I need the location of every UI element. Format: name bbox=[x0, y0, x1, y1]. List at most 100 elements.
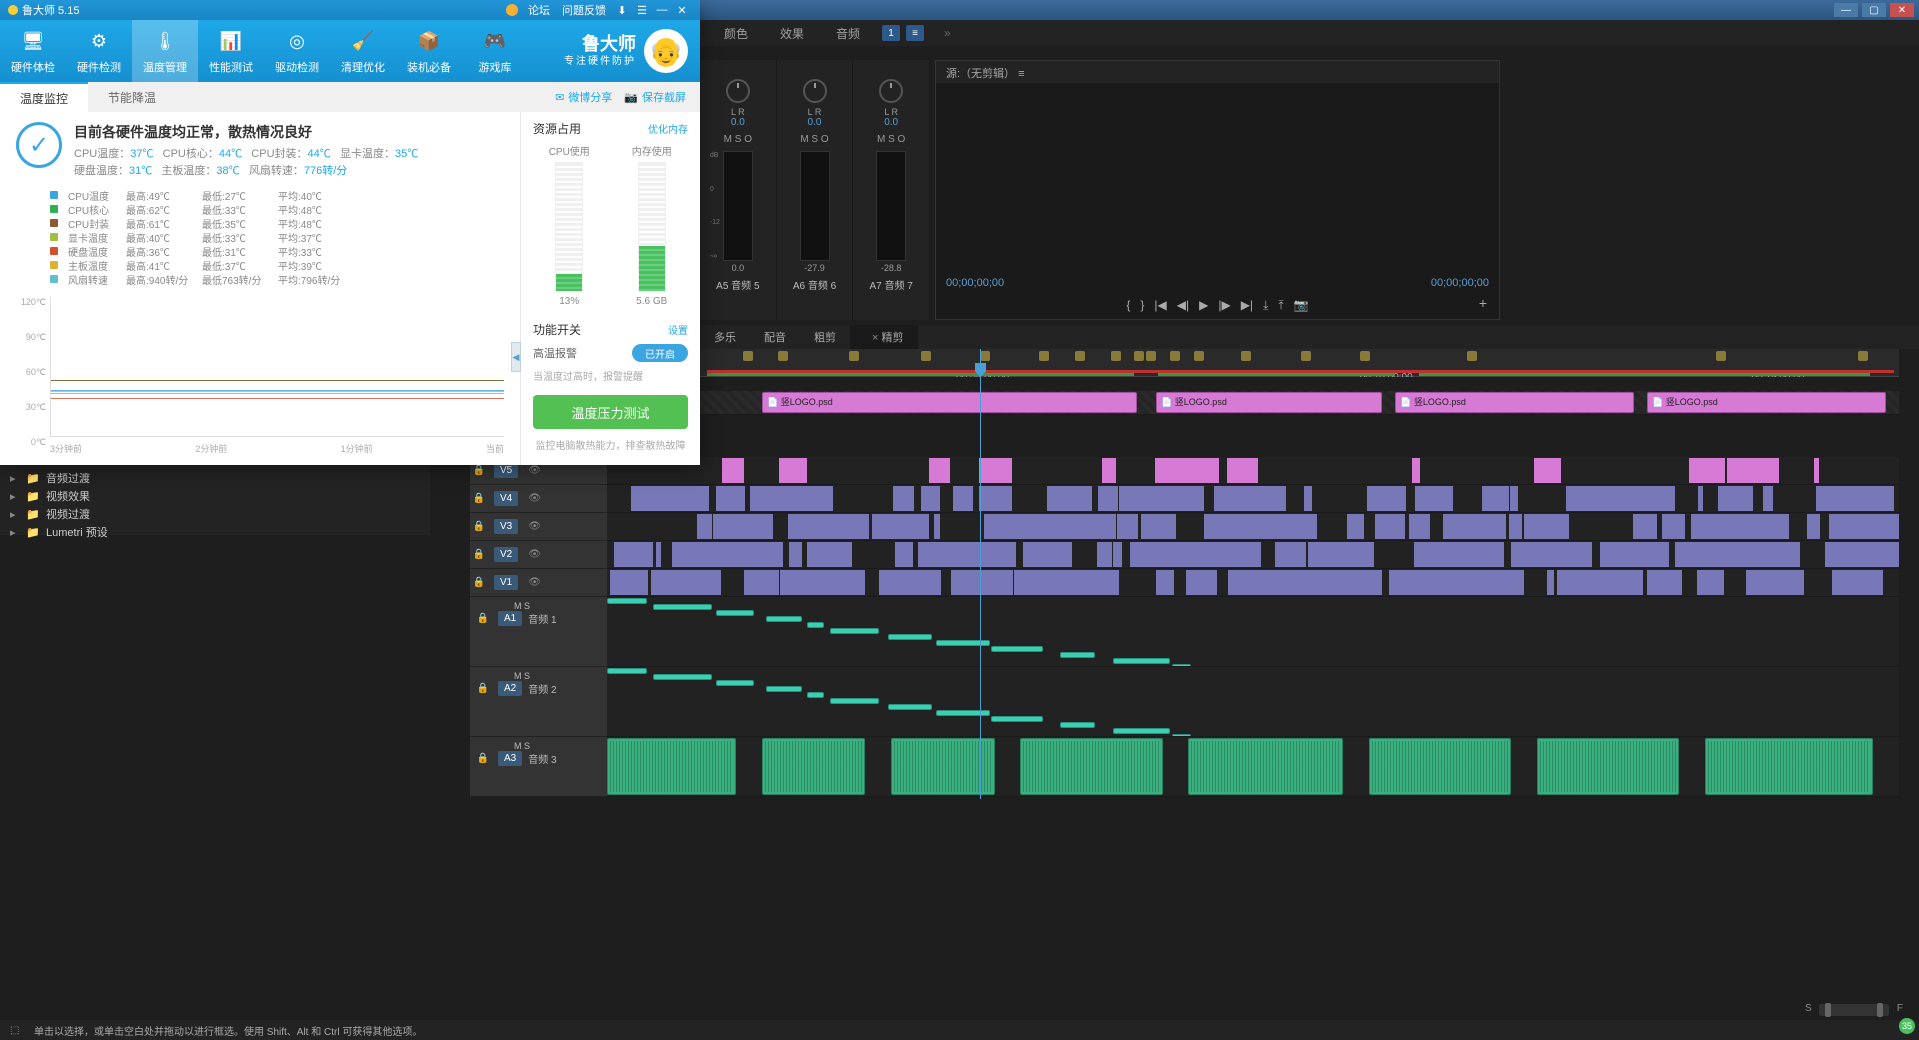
video-clip[interactable]: 📄 竖LOGO.psd bbox=[1156, 392, 1382, 413]
play-icon[interactable]: ▶ bbox=[1199, 298, 1208, 313]
mso-buttons[interactable]: M S O bbox=[800, 134, 828, 145]
menu-icon[interactable]: ☰ bbox=[632, 4, 652, 17]
audio-clip[interactable] bbox=[1113, 728, 1170, 734]
gold-badge-icon[interactable] bbox=[506, 4, 518, 16]
audio-clip[interactable] bbox=[1060, 652, 1095, 658]
ld-toolbar-item[interactable]: 🎮游戏库 bbox=[462, 20, 528, 82]
tab-close-icon[interactable]: × bbox=[872, 332, 878, 344]
collapse-handle[interactable]: ◀ bbox=[511, 342, 521, 372]
audio-clip[interactable] bbox=[762, 738, 865, 795]
audio-clip[interactable] bbox=[888, 634, 932, 640]
audio-clip[interactable] bbox=[991, 646, 1043, 652]
track-target[interactable]: A3 bbox=[498, 751, 522, 766]
step-back-icon[interactable]: ◀| bbox=[1177, 298, 1189, 313]
optimize-memory-link[interactable]: 优化内存 bbox=[648, 121, 688, 136]
tl-tab-0[interactable]: 多乐 bbox=[700, 325, 750, 349]
audio-clip[interactable] bbox=[1060, 722, 1095, 728]
track-head-a3[interactable]: M S 🔒A3音频 3 bbox=[470, 737, 607, 797]
subtab-temperature[interactable]: 温度监控 bbox=[0, 82, 88, 112]
mso-buttons[interactable]: M S O bbox=[724, 134, 752, 145]
dropdown-icon[interactable]: ⬇ bbox=[612, 4, 632, 17]
mixer-strip-a5[interactable]: L R 0.0 M S O dB0-12-∞ 0.0 A5 音频 5 bbox=[700, 60, 777, 320]
track-head-a2[interactable]: M S 🔒A2音频 2 bbox=[470, 667, 607, 737]
mark-out-icon[interactable]: } bbox=[1140, 298, 1144, 313]
audio-clip[interactable] bbox=[807, 692, 825, 698]
pan-knob[interactable] bbox=[879, 79, 903, 103]
go-out-icon[interactable]: ▶| bbox=[1241, 298, 1253, 313]
track-target[interactable]: V5 bbox=[494, 463, 518, 478]
feedback-link[interactable]: 问题反馈 bbox=[562, 2, 606, 18]
track-lane-a1[interactable] bbox=[607, 597, 1899, 667]
audio-clip[interactable] bbox=[991, 716, 1043, 722]
track-lane-a3[interactable] bbox=[607, 737, 1899, 797]
pr-workspace-audio[interactable]: 音频 bbox=[820, 25, 876, 42]
track-lane-v4[interactable] bbox=[607, 485, 1899, 513]
video-clip[interactable]: 📄 竖LOGO.psd bbox=[1395, 392, 1634, 413]
floating-temp-widget[interactable]: 35 bbox=[1899, 1018, 1915, 1034]
ld-minimize-button[interactable]: — bbox=[652, 4, 672, 16]
ld-close-button[interactable]: ✕ bbox=[672, 4, 692, 17]
pan-knob[interactable] bbox=[803, 79, 827, 103]
fx-folder[interactable]: ▸📁视频效果 bbox=[10, 487, 420, 505]
audio-clip[interactable] bbox=[766, 616, 802, 622]
audio-clip[interactable] bbox=[1113, 658, 1170, 664]
screenshot-button[interactable]: 📷保存截屏 bbox=[624, 89, 686, 105]
go-in-icon[interactable]: |◀ bbox=[1154, 298, 1166, 313]
source-button-editor[interactable]: + bbox=[1479, 295, 1487, 311]
weibo-share-button[interactable]: ✉微博分享 bbox=[555, 89, 612, 105]
overwrite-icon[interactable]: ⤒ bbox=[1278, 298, 1283, 313]
ld-toolbar-item[interactable]: 🖥硬件体检 bbox=[0, 20, 66, 82]
mixer-strip-a6[interactable]: L R 0.0 M S O -27.9 A6 音频 6 bbox=[777, 60, 854, 320]
pr-max-button[interactable]: ▢ bbox=[1862, 3, 1886, 17]
audio-clip[interactable] bbox=[653, 674, 712, 680]
playhead[interactable] bbox=[980, 349, 981, 799]
ld-toolbar-item[interactable]: 🌡温度管理 bbox=[132, 20, 198, 82]
ld-toolbar-item[interactable]: ⚙硬件检测 bbox=[66, 20, 132, 82]
audio-clip[interactable] bbox=[888, 704, 932, 710]
ld-toolbar-item[interactable]: 📦装机必备 bbox=[396, 20, 462, 82]
audio-clip[interactable] bbox=[1020, 738, 1162, 795]
timeline-ruler[interactable]: 00;05;00;0000;10;00;0000;15;00;00 bbox=[607, 349, 1899, 377]
pr-workspace-menu-icon[interactable]: ≡ bbox=[906, 25, 924, 41]
audio-clip[interactable] bbox=[1188, 738, 1343, 795]
audio-clip[interactable] bbox=[607, 738, 736, 795]
fx-folder[interactable]: ▸📁视频过渡 bbox=[10, 505, 420, 523]
track-target[interactable]: A2 bbox=[498, 681, 522, 696]
hot-alarm-switch[interactable]: 已开启 bbox=[632, 344, 688, 362]
audio-clip[interactable] bbox=[807, 622, 825, 628]
track-lane-v3[interactable] bbox=[607, 513, 1899, 541]
ludashi-titlebar[interactable]: 鲁大师 5.15 论坛 问题反馈 ⬇ ☰ — ✕ bbox=[0, 0, 700, 20]
audio-clip[interactable] bbox=[936, 640, 991, 646]
pr-min-button[interactable]: — bbox=[1834, 3, 1858, 17]
stress-test-button[interactable]: 温度压力测试 bbox=[533, 395, 688, 429]
mso-buttons[interactable]: M S O bbox=[877, 134, 905, 145]
pr-workspace-badge[interactable]: 1 bbox=[882, 25, 900, 41]
ld-toolbar-item[interactable]: ◎驱动检测 bbox=[264, 20, 330, 82]
audio-clip[interactable] bbox=[1369, 738, 1511, 795]
subtab-cooling[interactable]: 节能降温 bbox=[88, 82, 176, 112]
track-lane-v5[interactable] bbox=[607, 457, 1899, 485]
pr-close-button[interactable]: ✕ bbox=[1890, 3, 1914, 17]
track-head-v3[interactable]: 🔒V3👁 bbox=[470, 513, 607, 541]
track-head-v1[interactable]: 🔒V1👁 bbox=[470, 569, 607, 597]
settings-link[interactable]: 设置 bbox=[668, 322, 688, 337]
pr-overflow-icon[interactable]: » bbox=[944, 26, 951, 40]
track-target[interactable]: V4 bbox=[494, 491, 518, 506]
track-target[interactable]: V3 bbox=[494, 519, 518, 534]
audio-clip[interactable] bbox=[830, 628, 879, 634]
track-target[interactable]: V1 bbox=[494, 575, 518, 590]
tl-tab-active[interactable]: × 精剪 bbox=[850, 325, 918, 349]
track-target[interactable]: A1 bbox=[498, 611, 522, 626]
video-clip[interactable]: 📄 竖LOGO.psd bbox=[762, 392, 1137, 413]
audio-clip[interactable] bbox=[607, 598, 647, 604]
audio-clip[interactable] bbox=[830, 698, 879, 704]
pr-workspace-effects[interactable]: 效果 bbox=[764, 25, 820, 42]
track-head-v4[interactable]: 🔒V4👁 bbox=[470, 485, 607, 513]
audio-clip[interactable] bbox=[607, 668, 647, 674]
track-lane-v6[interactable]: 📄 竖LOGO.psd📄 竖LOGO.psd📄 竖LOGO.psd📄 竖LOGO… bbox=[607, 391, 1899, 415]
track-lane-v1[interactable] bbox=[607, 569, 1899, 597]
fx-folder[interactable]: ▸📁Lumetri 预设 bbox=[10, 523, 420, 541]
pr-workspace-color[interactable]: 颜色 bbox=[708, 25, 764, 42]
audio-clip[interactable] bbox=[766, 686, 802, 692]
audio-clip[interactable] bbox=[1705, 738, 1873, 795]
